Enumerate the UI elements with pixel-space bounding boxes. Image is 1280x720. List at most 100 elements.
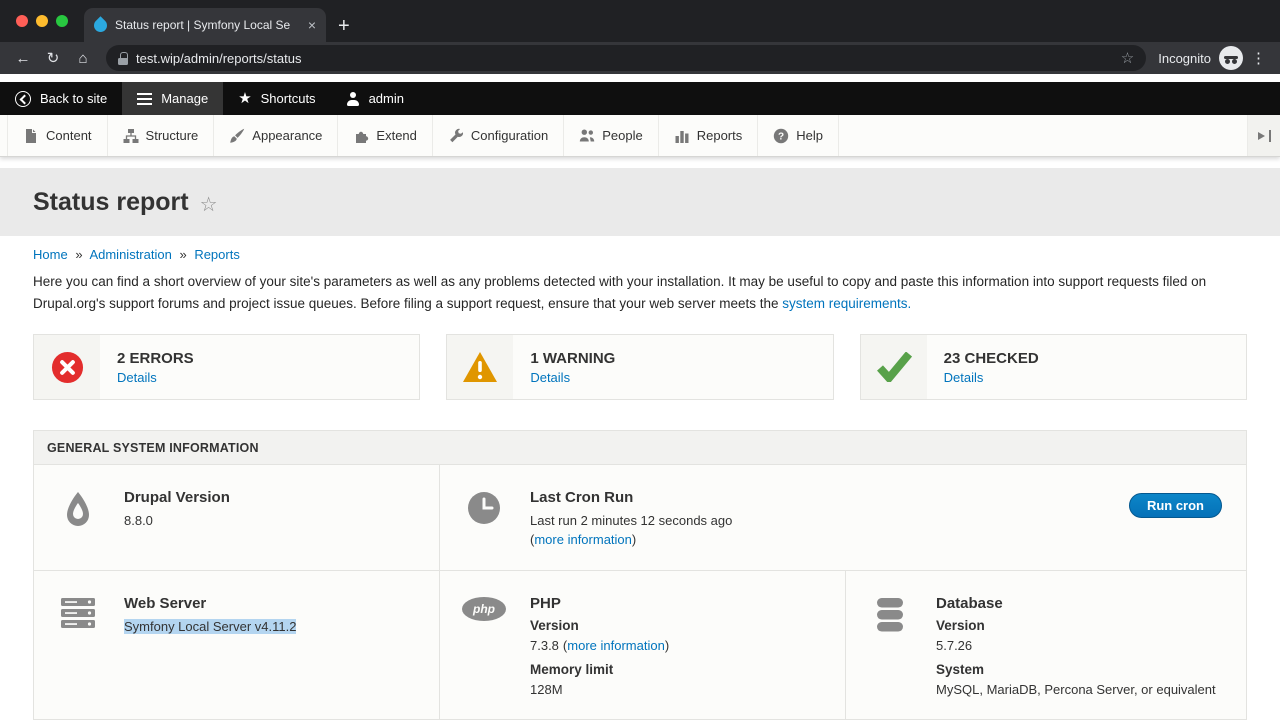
menu-item-content[interactable]: Content [7, 115, 108, 156]
menu-item-label: People [602, 128, 642, 143]
menu-item-structure[interactable]: Structure [108, 115, 215, 156]
checked-count: 23 CHECKED [944, 350, 1039, 367]
page-title: Status report [33, 188, 189, 217]
db-version-label: Version [936, 618, 1216, 633]
run-cron-button[interactable]: Run cron [1129, 493, 1222, 518]
checked-card: 23 CHECKED Details [860, 334, 1247, 400]
menu-item-help[interactable]: ? Help [758, 115, 839, 156]
page-top-gap [0, 74, 1280, 82]
user-label: admin [369, 91, 404, 106]
tab-title: Status report | Symfony Local Se [115, 18, 300, 32]
appearance-brush-icon [229, 128, 245, 144]
user-icon [346, 92, 360, 106]
browser-tab[interactable]: Status report | Symfony Local Se × [84, 8, 326, 42]
structure-sitemap-icon [123, 128, 139, 144]
system-requirements-link[interactable]: system requirements. [782, 296, 911, 311]
warnings-card: 1 WARNING Details [446, 334, 833, 400]
server-icon [56, 595, 100, 700]
browser-navigation-bar: ← ↻ ⌂ test.wip/admin/reports/status ☆ In… [0, 42, 1280, 74]
admin-menu-tray: Content Structure Appearance Extend Conf… [0, 115, 1280, 157]
menu-item-label: Extend [376, 128, 416, 143]
warnings-count: 1 WARNING [530, 350, 615, 367]
php-memory-label: Memory limit [530, 662, 669, 677]
shortcuts-button[interactable]: ★ Shortcuts [223, 82, 330, 115]
warnings-details-link[interactable]: Details [530, 370, 615, 385]
address-bar[interactable]: test.wip/admin/reports/status ☆ [106, 45, 1146, 71]
browser-menu-icon[interactable]: ⋮ [1251, 49, 1266, 67]
help-question-icon: ? [773, 128, 789, 144]
intro-text: Here you can find a short overview of yo… [33, 274, 1206, 311]
user-menu-button[interactable]: admin [331, 82, 419, 115]
db-system-label: System [936, 662, 1216, 677]
drupal-version-item: Drupal Version 8.8.0 [34, 465, 439, 570]
menu-item-reports[interactable]: Reports [659, 115, 759, 156]
item-title: PHP [530, 595, 669, 612]
paren-close: ) [665, 638, 669, 653]
back-icon[interactable]: ← [8, 50, 38, 67]
menu-item-extend[interactable]: Extend [338, 115, 432, 156]
database-icon [868, 595, 912, 700]
php-more-info-link[interactable]: more information [567, 638, 665, 653]
breadcrumb-administration-link[interactable]: Administration [89, 247, 171, 262]
php-version-label: Version [530, 618, 669, 633]
php-memory-value: 128M [530, 681, 669, 700]
page-header: Status report ☆ [0, 168, 1280, 236]
php-version-line: 7.3.8(more information) [530, 637, 669, 656]
cron-more-info-link[interactable]: more information [534, 532, 632, 547]
reload-icon[interactable]: ↻ [38, 49, 68, 67]
error-icon [34, 335, 100, 399]
item-title: Last Cron Run [530, 489, 732, 506]
errors-details-link[interactable]: Details [117, 370, 194, 385]
reports-barchart-icon [674, 128, 690, 144]
toolbar-orientation-toggle[interactable] [1247, 115, 1280, 156]
back-to-site-button[interactable]: Back to site [0, 82, 122, 115]
manage-button[interactable]: Manage [122, 82, 223, 115]
configuration-wrench-icon [448, 128, 464, 144]
db-system-value: MySQL, MariaDB, Percona Server, or equiv… [936, 681, 1216, 700]
minimize-window-button[interactable] [36, 15, 48, 27]
menu-item-appearance[interactable]: Appearance [214, 115, 338, 156]
web-server-value-selected: Symfony Local Server v4.11.2 [124, 619, 296, 634]
shortcuts-star-icon: ★ [238, 91, 251, 106]
last-cron-run-item: Last Cron Run Last run 2 minutes 12 seco… [439, 465, 1246, 570]
menu-item-label: Help [796, 128, 823, 143]
breadcrumb-separator: » [179, 247, 186, 262]
content-page-icon [23, 128, 39, 144]
checked-details-link[interactable]: Details [944, 370, 1039, 385]
web-server-item: Web Server Symfony Local Server v4.11.2 [34, 571, 439, 720]
zoom-window-button[interactable] [56, 15, 68, 27]
database-item: Database Version 5.7.26 System MySQL, Ma… [845, 571, 1246, 720]
shortcuts-label: Shortcuts [261, 91, 316, 106]
php-logo-icon: php [462, 595, 506, 700]
menu-item-label: Structure [146, 128, 199, 143]
admin-toolbar: Back to site Manage ★ Shortcuts admin [0, 82, 1280, 115]
cron-last-run-value: Last run 2 minutes 12 seconds ago [530, 512, 732, 531]
url-text[interactable]: test.wip/admin/reports/status [136, 51, 1113, 66]
system-info-row-2: Web Server Symfony Local Server v4.11.2 … [34, 570, 1246, 720]
menu-item-people[interactable]: People [564, 115, 658, 156]
breadcrumb-reports-link[interactable]: Reports [194, 247, 240, 262]
system-info-row-1: Drupal Version 8.8.0 Last Cron Run Last … [34, 465, 1246, 570]
new-tab-button[interactable]: + [338, 16, 350, 36]
php-logo-text: php [473, 602, 495, 616]
breadcrumb-home-link[interactable]: Home [33, 247, 68, 262]
general-system-information-panel: GENERAL SYSTEM INFORMATION Drupal Versio… [33, 430, 1247, 720]
menu-item-configuration[interactable]: Configuration [433, 115, 564, 156]
back-to-site-label: Back to site [40, 91, 107, 106]
incognito-icon [1219, 46, 1243, 70]
item-title: Drupal Version [124, 489, 230, 506]
bookmark-star-icon[interactable]: ☆ [1121, 49, 1134, 67]
hamburger-icon [137, 93, 152, 105]
shortcut-add-star-icon[interactable]: ☆ [200, 192, 218, 217]
back-to-site-icon [15, 91, 31, 107]
home-icon[interactable]: ⌂ [68, 50, 98, 67]
lock-icon[interactable] [118, 52, 128, 65]
extend-puzzle-icon [353, 128, 369, 144]
menu-item-label: Reports [697, 128, 743, 143]
breadcrumb: Home » Administration » Reports [33, 247, 1247, 262]
close-window-button[interactable] [16, 15, 28, 27]
breadcrumb-separator: » [75, 247, 82, 262]
item-title: Database [936, 595, 1216, 612]
svg-text:?: ? [778, 131, 784, 142]
tab-close-icon[interactable]: × [308, 17, 316, 33]
